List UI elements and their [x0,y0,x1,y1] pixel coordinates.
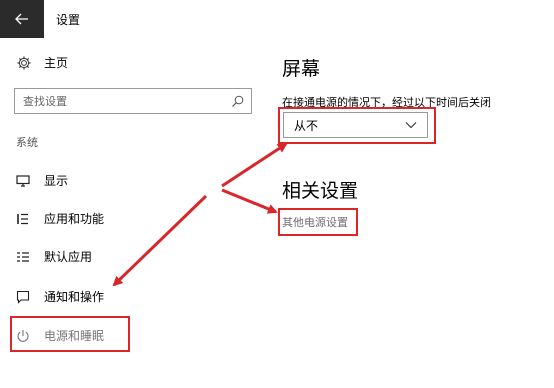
sidebar-item-apps[interactable]: 应用和功能 [16,210,104,227]
sidebar-item-label: 显示 [44,174,69,188]
search-icon [232,95,244,107]
section-title-related-settings: 相关设置 [282,180,359,202]
title-bar: 设置 [0,0,554,38]
search-box[interactable] [14,88,252,114]
section-title-screen: 屏幕 [282,58,321,80]
sidebar-item-default-apps[interactable]: 默认应用 [16,248,92,265]
annotation-box-power-sleep [10,316,130,352]
sidebar-item-notifications[interactable]: 通知和操作 [16,288,104,305]
annotation-box-link [278,208,358,236]
default-apps-icon [17,251,29,262]
settings-window: 设置 主页 系统 显示 [0,0,554,388]
search-input[interactable] [15,93,231,109]
sidebar-item-home-label: 主页 [44,56,69,70]
arrow-left-icon [15,13,28,25]
message-icon [16,290,30,304]
annotation-box-dropdown [278,107,436,144]
sidebar-item-label: 应用和功能 [44,212,105,226]
back-button[interactable] [0,0,44,38]
monitor-icon [16,174,30,187]
sidebar-item-label: 通知和操作 [44,290,105,304]
list-icon [17,213,28,224]
sidebar-item-home[interactable]: 主页 [16,54,68,71]
sidebar-item-label: 默认应用 [44,250,93,264]
sidebar-item-display[interactable]: 显示 [16,172,68,189]
window-title: 设置 [56,13,81,27]
gear-icon [17,56,31,69]
section-label-system: 系统 [16,136,38,149]
